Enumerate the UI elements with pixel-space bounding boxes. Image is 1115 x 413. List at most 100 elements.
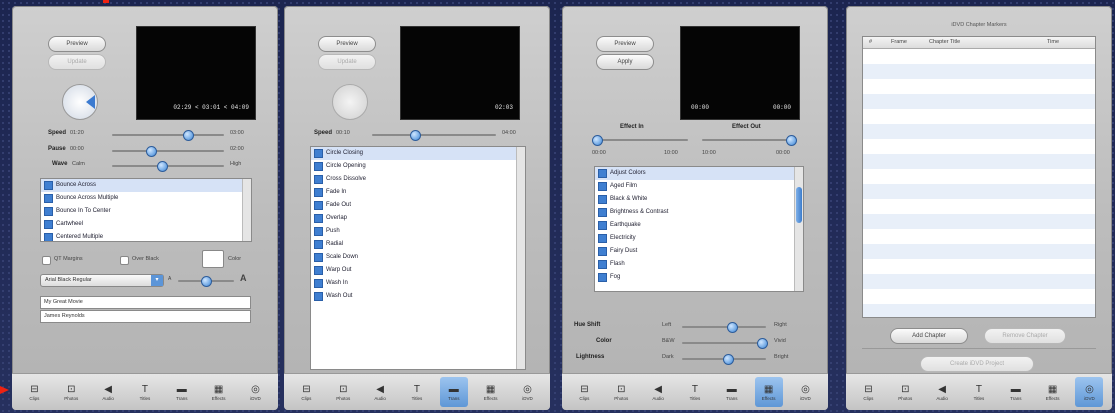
hue-shift-slider[interactable] bbox=[727, 322, 739, 333]
toolbar-button-clips[interactable]: ⊟ Clips bbox=[854, 377, 882, 407]
toolbar-button-titles[interactable]: T Titles bbox=[403, 377, 431, 407]
transitions-list-scrollbar[interactable] bbox=[516, 147, 525, 369]
table-row[interactable] bbox=[863, 184, 1095, 199]
table-row[interactable] bbox=[863, 139, 1095, 154]
list-item[interactable]: Wash Out bbox=[311, 290, 525, 303]
table-row[interactable] bbox=[863, 214, 1095, 229]
create-idvd-project-button[interactable]: Create iDVD Project bbox=[920, 356, 1034, 372]
font-popup[interactable]: Arial Black Regular ▾ bbox=[40, 274, 164, 287]
list-item[interactable]: Bounce In To Center bbox=[41, 205, 251, 218]
col-time[interactable]: Time bbox=[1047, 39, 1059, 45]
toolbar-button-audio[interactable]: ◀ Audio bbox=[644, 377, 672, 407]
update-button[interactable]: Update bbox=[318, 54, 376, 70]
table-row[interactable] bbox=[863, 229, 1095, 244]
effect-out-slider[interactable] bbox=[786, 135, 797, 146]
preview-button[interactable]: Preview bbox=[48, 36, 106, 52]
list-item[interactable]: Bounce Across bbox=[41, 179, 251, 192]
list-item[interactable]: Wash In bbox=[311, 277, 525, 290]
list-item[interactable]: Brightness & Contrast bbox=[595, 206, 803, 219]
col-number[interactable]: # bbox=[869, 39, 872, 45]
table-row[interactable] bbox=[863, 79, 1095, 94]
list-item[interactable]: Black & White bbox=[595, 193, 803, 206]
table-row[interactable] bbox=[863, 289, 1095, 304]
over-black-checkbox[interactable] bbox=[120, 256, 129, 265]
direction-control[interactable] bbox=[332, 84, 368, 120]
list-item[interactable]: Circle Closing bbox=[311, 147, 525, 160]
toolbar-button-effects[interactable]: ▦ Effects bbox=[477, 377, 505, 407]
speed-slider[interactable] bbox=[183, 130, 195, 141]
preview-button[interactable]: Preview bbox=[596, 36, 654, 52]
list-item[interactable]: Bounce Across Multiple bbox=[41, 192, 251, 205]
list-item[interactable]: Fog bbox=[595, 271, 803, 284]
pause-slider[interactable] bbox=[146, 146, 158, 157]
list-item[interactable]: Electricity bbox=[595, 232, 803, 245]
effects-list[interactable]: Adjust Colors Aged Film Black & White Brigh… bbox=[594, 166, 804, 292]
apply-button[interactable]: Apply bbox=[596, 54, 654, 70]
toolbar-button-idvd[interactable]: ◎ iDVD bbox=[1075, 377, 1104, 407]
toolbar-button-titles[interactable]: T Titles bbox=[681, 377, 709, 407]
toolbar-button-clips[interactable]: ⊟ Clips bbox=[20, 377, 48, 407]
table-row[interactable] bbox=[863, 274, 1095, 289]
toolbar-button-audio[interactable]: ◀ Audio bbox=[94, 377, 122, 407]
toolbar-button-audio[interactable]: ◀ Audio bbox=[366, 377, 394, 407]
table-row[interactable] bbox=[863, 49, 1095, 64]
lightness-slider[interactable] bbox=[723, 354, 735, 365]
list-item[interactable]: Scale Down bbox=[311, 251, 525, 264]
toolbar-button-trans[interactable]: ▬ Trans bbox=[718, 377, 746, 407]
table-row[interactable] bbox=[863, 169, 1095, 184]
wave-slider[interactable] bbox=[157, 161, 169, 172]
list-item[interactable]: Earthquake bbox=[595, 219, 803, 232]
list-item[interactable]: Aged Film bbox=[595, 180, 803, 193]
toolbar-button-photos[interactable]: ⊡ Photos bbox=[57, 377, 85, 407]
toolbar-button-idvd[interactable]: ◎ iDVD bbox=[241, 377, 269, 407]
table-row[interactable] bbox=[863, 124, 1095, 139]
list-item[interactable]: Adjust Colors bbox=[595, 167, 803, 180]
table-row[interactable] bbox=[863, 94, 1095, 109]
table-row[interactable] bbox=[863, 154, 1095, 169]
qt-margins-checkbox[interactable] bbox=[42, 256, 51, 265]
list-item[interactable]: Cross Dissolve bbox=[311, 173, 525, 186]
toolbar-button-clips[interactable]: ⊟ Clips bbox=[570, 377, 598, 407]
toolbar-button-effects[interactable]: ▦ Effects bbox=[754, 377, 783, 407]
titles-list-scrollbar[interactable] bbox=[242, 179, 251, 241]
color-slider[interactable] bbox=[756, 338, 768, 349]
list-item[interactable]: Centered Multiple bbox=[41, 231, 251, 241]
update-button[interactable]: Update bbox=[48, 54, 106, 70]
toolbar-button-photos[interactable]: ⊡ Photos bbox=[891, 377, 919, 407]
table-row[interactable] bbox=[863, 199, 1095, 214]
list-item[interactable]: Fade In bbox=[311, 186, 525, 199]
toolbar-button-audio[interactable]: ◀ Audio bbox=[928, 377, 956, 407]
list-item[interactable]: Warp Out bbox=[311, 264, 525, 277]
list-item[interactable]: Cartwheel bbox=[41, 218, 251, 231]
toolbar-button-idvd[interactable]: ◎ iDVD bbox=[791, 377, 819, 407]
toolbar-button-photos[interactable]: ⊡ Photos bbox=[329, 377, 357, 407]
remove-chapter-button[interactable]: Remove Chapter bbox=[984, 328, 1066, 344]
toolbar-button-clips[interactable]: ⊟ Clips bbox=[292, 377, 320, 407]
toolbar-button-effects[interactable]: ▦ Effects bbox=[205, 377, 233, 407]
titles-list[interactable]: Bounce Across Bounce Across Multiple Bounc… bbox=[40, 178, 252, 242]
toolbar-button-effects[interactable]: ▦ Effects bbox=[1039, 377, 1067, 407]
preview-button[interactable]: Preview bbox=[318, 36, 376, 52]
table-row[interactable] bbox=[863, 244, 1095, 259]
font-size-slider[interactable] bbox=[201, 276, 212, 287]
title-text-line-1[interactable]: My Great Movie bbox=[40, 296, 251, 309]
toolbar-button-trans[interactable]: ▬ Trans bbox=[439, 377, 468, 407]
col-chapter-title[interactable]: Chapter Title bbox=[929, 39, 960, 45]
speed-slider[interactable] bbox=[410, 130, 422, 141]
toolbar-button-trans[interactable]: ▬ Trans bbox=[168, 377, 196, 407]
color-swatch[interactable] bbox=[202, 250, 224, 268]
direction-control[interactable] bbox=[62, 84, 98, 120]
list-item[interactable]: Circle Opening bbox=[311, 160, 525, 173]
effect-in-slider[interactable] bbox=[592, 135, 603, 146]
list-item[interactable]: Overlap bbox=[311, 212, 525, 225]
table-row[interactable] bbox=[863, 109, 1095, 124]
list-item[interactable]: Flash bbox=[595, 258, 803, 271]
title-text-line-2[interactable]: James Reynolds bbox=[40, 310, 251, 323]
toolbar-button-trans[interactable]: ▬ Trans bbox=[1002, 377, 1030, 407]
effects-scroll-thumb[interactable] bbox=[796, 187, 802, 223]
table-row[interactable] bbox=[863, 259, 1095, 274]
add-chapter-button[interactable]: Add Chapter bbox=[890, 328, 968, 344]
effects-list-scrollbar[interactable] bbox=[794, 167, 803, 291]
toolbar-button-idvd[interactable]: ◎ iDVD bbox=[513, 377, 541, 407]
list-item[interactable]: Fade Out bbox=[311, 199, 525, 212]
